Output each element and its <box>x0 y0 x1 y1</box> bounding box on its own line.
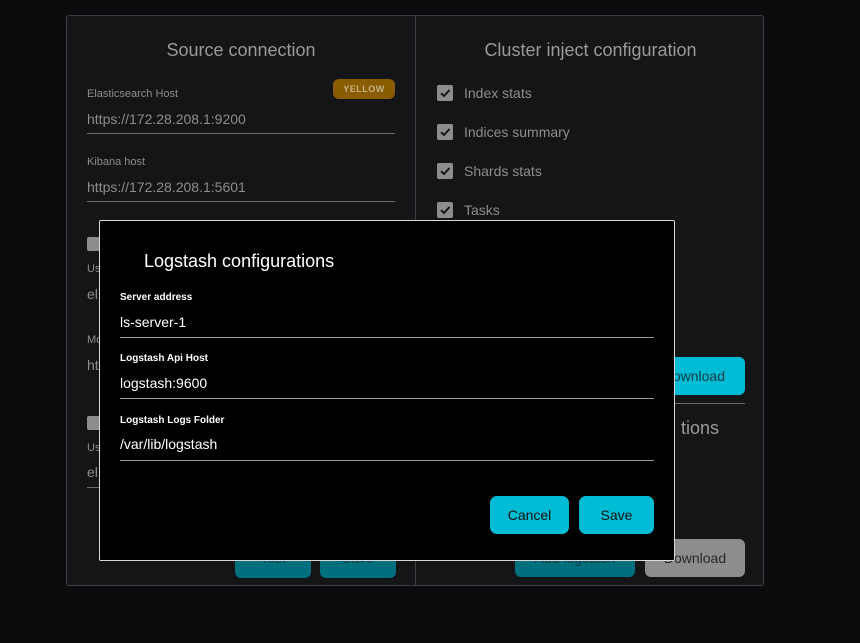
es-host-input[interactable]: https://172.28.208.1:9200 <box>87 111 246 127</box>
health-status-badge: YELLOW <box>333 79 395 99</box>
partial-input-3[interactable]: el <box>87 464 98 480</box>
kibana-host-underline <box>87 201 395 202</box>
checkbox-checked-icon[interactable] <box>437 85 453 101</box>
kibana-host-input[interactable]: https://172.28.208.1:5601 <box>87 179 246 195</box>
api-host-label: Logstash Api Host <box>120 353 208 364</box>
api-host-underline <box>120 398 654 399</box>
checkbox-checked-icon[interactable] <box>437 163 453 179</box>
check-tasks[interactable]: Tasks <box>437 202 500 218</box>
checkbox-checked-icon[interactable] <box>437 202 453 218</box>
checkbox-checked-icon[interactable] <box>437 124 453 140</box>
es-host-label: Elasticsearch Host <box>87 88 179 100</box>
logstash-config-modal: Logstash configurations Server address l… <box>99 220 675 561</box>
partial-input-1[interactable]: el <box>87 286 98 302</box>
check-label: Index stats <box>464 85 532 101</box>
server-address-input[interactable]: ls-server-1 <box>120 314 186 330</box>
check-index-stats[interactable]: Index stats <box>437 85 532 101</box>
server-address-underline <box>120 337 654 338</box>
check-shards-stats[interactable]: Shards stats <box>437 163 542 179</box>
check-label: Indices summary <box>464 124 570 140</box>
check-indices-summary[interactable]: Indices summary <box>437 124 570 140</box>
check-label: Shards stats <box>464 163 542 179</box>
source-panel-title: Source connection <box>166 40 316 60</box>
kibana-host-label: Kibana host <box>87 156 146 168</box>
check-label: Tasks <box>464 202 500 218</box>
logs-folder-input[interactable]: /var/lib/logstash <box>120 436 217 452</box>
server-address-label: Server address <box>120 292 193 303</box>
api-host-input[interactable]: logstash:9600 <box>120 375 207 391</box>
save-button[interactable]: Save <box>579 496 654 534</box>
logs-folder-label: Logstash Logs Folder <box>120 415 225 426</box>
partial-input-2[interactable]: ht <box>87 357 99 373</box>
cancel-button[interactable]: Cancel <box>490 496 569 534</box>
cluster-panel-title: Cluster inject configuration <box>484 40 697 60</box>
modal-title: Logstash configurations <box>144 251 335 271</box>
logs-folder-underline <box>120 460 654 461</box>
es-host-underline <box>87 133 395 134</box>
